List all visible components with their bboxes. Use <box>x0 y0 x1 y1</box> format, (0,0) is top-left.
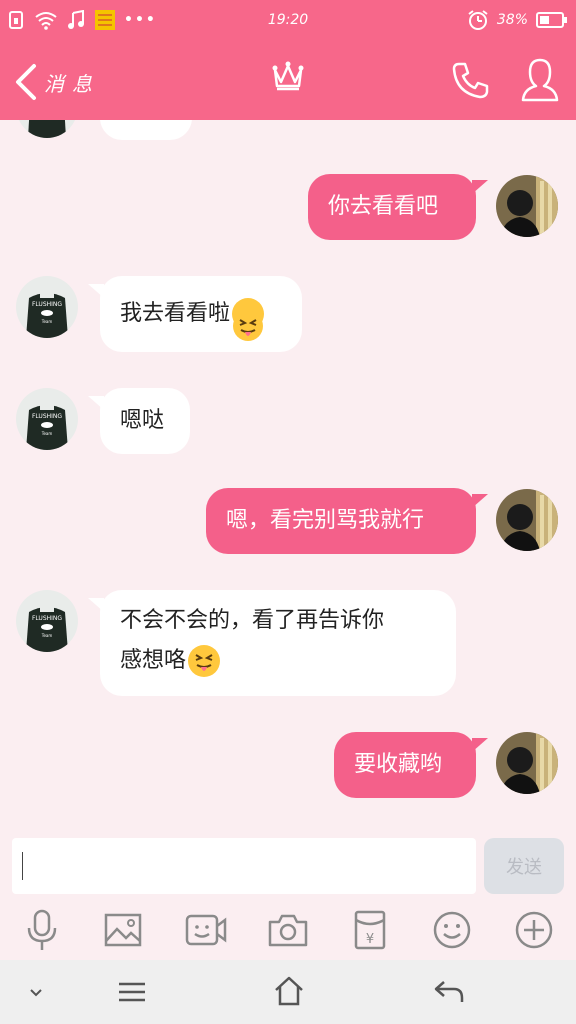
message-text: 我去看看啦 <box>120 301 231 326</box>
avatar-contact[interactable]: FLUSHING Team <box>16 388 78 450</box>
text-caret <box>22 852 23 880</box>
battery-icon <box>536 12 567 28</box>
svg-text:FLUSHING: FLUSHING <box>32 615 62 622</box>
system-navigation-bar <box>0 960 576 1024</box>
message-text: 要收藏哟 <box>354 752 443 777</box>
message-text: 你去看看吧 <box>328 194 439 219</box>
svg-text:Team: Team <box>41 431 53 436</box>
tongue-out-emoji-icon <box>188 645 221 677</box>
bubble-tail <box>472 180 488 194</box>
composer: 发送 <box>0 830 576 900</box>
chat-header: 消息 <box>0 40 576 120</box>
svg-text:FLUSHING: FLUSHING <box>32 413 62 420</box>
back-nav-icon[interactable] <box>432 976 466 1010</box>
alarm-icon <box>468 10 488 30</box>
bubble-tail <box>472 494 488 508</box>
back-button[interactable]: 消息 <box>12 62 100 102</box>
avatar-contact[interactable] <box>16 120 78 138</box>
crown-icon[interactable] <box>270 58 306 98</box>
message-bubble[interactable]: 嗯哒 <box>100 388 190 454</box>
avatar-self[interactable] <box>496 175 558 237</box>
message-list[interactable]: 你去看看吧 FLUSHING Team 我去看看啦 FLUSHING Team 嗯哒… <box>0 120 576 830</box>
profile-icon[interactable] <box>520 56 560 108</box>
message-text: 不会不会的，看了再告诉你 <box>120 608 385 633</box>
input-toolbar: ¥ <box>0 900 576 960</box>
status-icons-right: 38% <box>467 9 568 31</box>
message-bubble[interactable]: 嗯，看完别骂我就行 <box>206 488 476 554</box>
message-text: 嗯哒 <box>120 408 165 433</box>
tongue-out-emoji-icon <box>232 298 265 341</box>
mic-icon[interactable] <box>18 906 66 954</box>
avatar-self[interactable] <box>496 732 558 794</box>
message-text-line2: 感想咯 <box>120 648 187 673</box>
send-button[interactable]: 发送 <box>484 838 564 894</box>
home-icon[interactable] <box>272 974 306 1012</box>
message-text: 嗯，看完别骂我就行 <box>226 508 425 533</box>
svg-text:Team: Team <box>41 633 53 638</box>
message-bubble[interactable]: 要收藏哟 <box>334 732 476 798</box>
message-bubble[interactable]: 不会不会的，看了再告诉你 感想咯 <box>100 590 456 696</box>
avatar-contact[interactable]: FLUSHING Team <box>16 276 78 338</box>
phone-icon[interactable] <box>450 60 490 104</box>
avatar-contact[interactable]: FLUSHING Team <box>16 590 78 652</box>
red-packet-icon[interactable]: ¥ <box>346 906 394 954</box>
message-input[interactable] <box>12 838 476 894</box>
avatar-self[interactable] <box>496 489 558 551</box>
message-bubble[interactable] <box>100 120 192 140</box>
chevron-down-icon[interactable] <box>26 982 46 1006</box>
back-label: 消息 <box>44 71 100 96</box>
bubble-tail <box>472 738 488 752</box>
svg-text:FLUSHING: FLUSHING <box>32 301 62 308</box>
svg-text:Team: Team <box>41 319 53 324</box>
image-icon[interactable] <box>99 906 147 954</box>
message-bubble[interactable]: 我去看看啦 <box>100 276 302 352</box>
status-bar: ••• 19:20 38% <box>0 0 576 40</box>
message-bubble[interactable]: 你去看看吧 <box>308 174 476 240</box>
video-icon[interactable] <box>182 906 230 954</box>
chevron-left-icon <box>16 64 36 100</box>
emoji-icon[interactable] <box>428 906 476 954</box>
camera-icon[interactable] <box>264 906 312 954</box>
battery-percent: 38% <box>496 12 528 28</box>
menu-icon[interactable] <box>116 978 148 1010</box>
plus-icon[interactable] <box>510 906 558 954</box>
svg-text:¥: ¥ <box>366 932 374 947</box>
